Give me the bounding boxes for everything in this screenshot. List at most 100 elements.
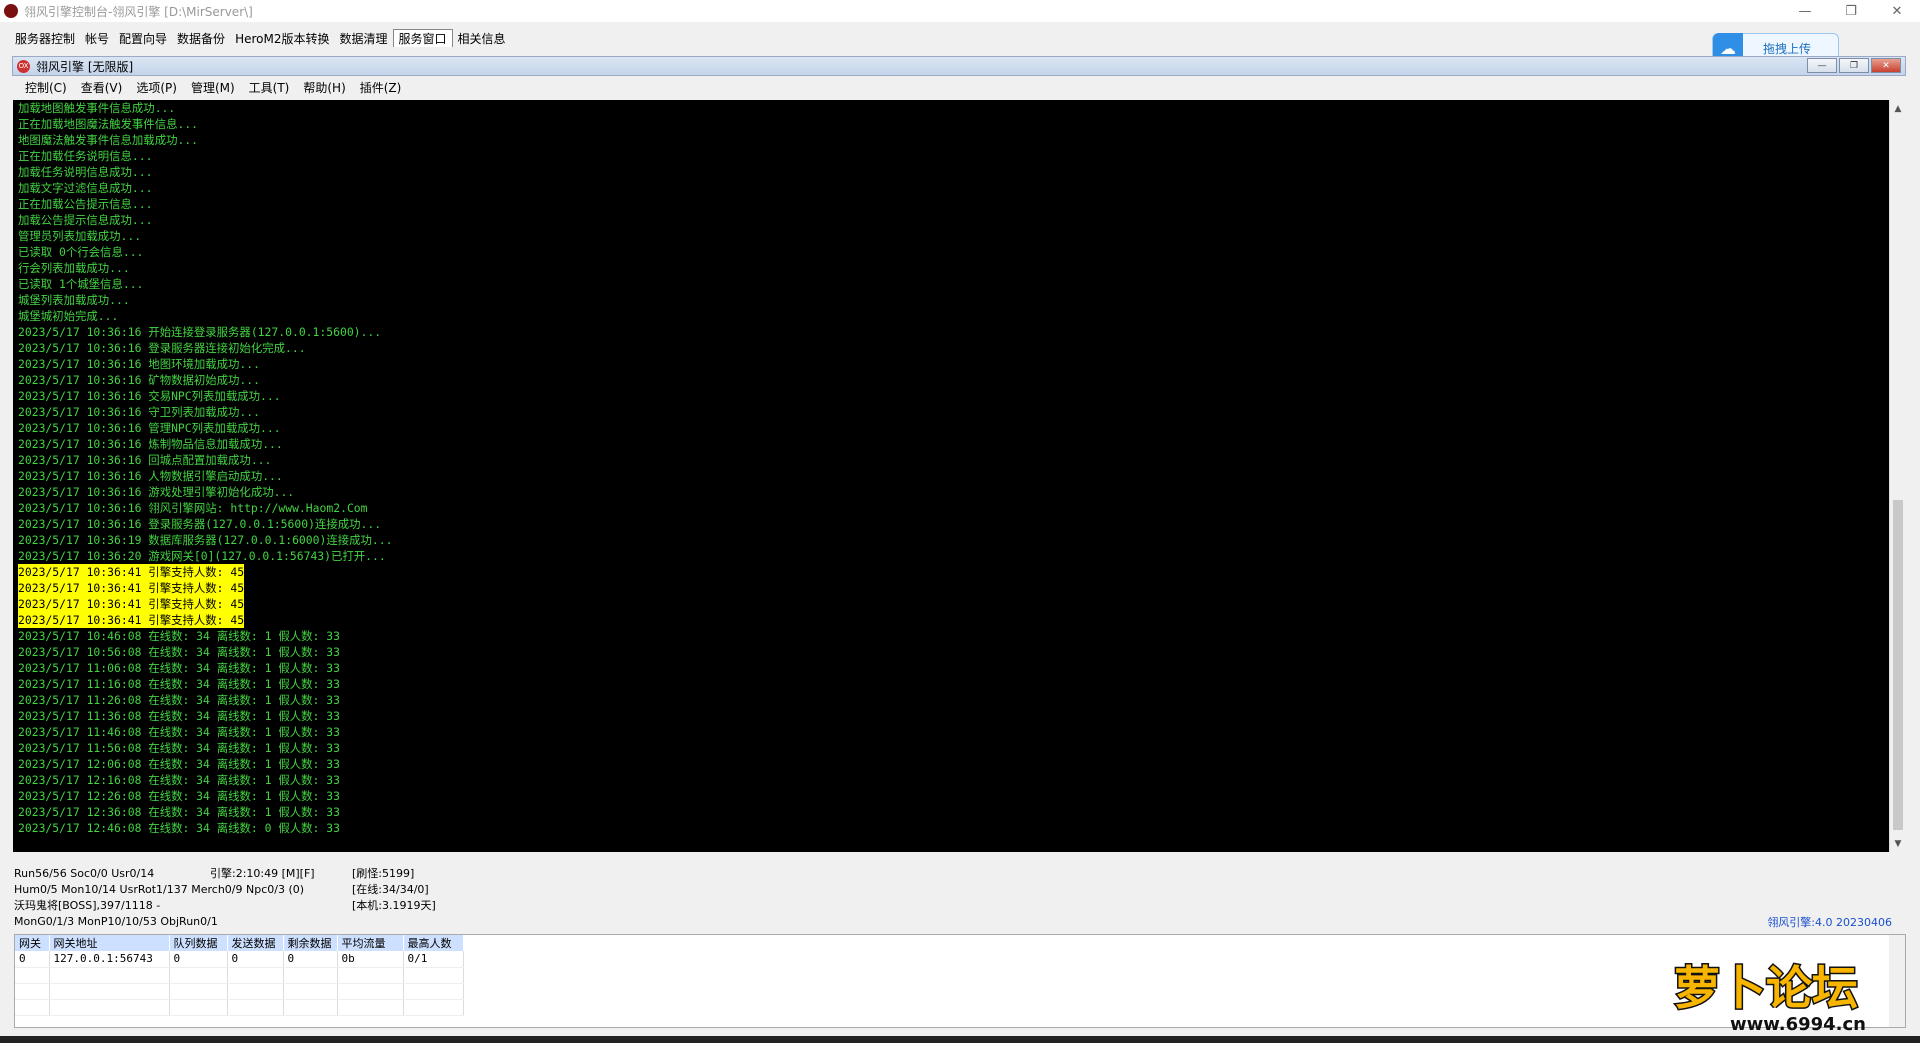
log-line: 2023/5/17 12:16:08 在线数: 34 离线数: 1 假人数: 3… bbox=[18, 773, 340, 787]
upload-label: 拖拽上传 bbox=[1763, 41, 1812, 56]
col-send-data[interactable]: 发送数据 bbox=[227, 935, 284, 951]
col-gateway-address[interactable]: 网关地址 bbox=[49, 935, 170, 951]
tab-account[interactable]: 帐号 bbox=[80, 30, 114, 47]
console-scrollbar[interactable]: ▲ ▼ bbox=[1889, 100, 1906, 852]
log-line: 2023/5/17 11:26:08 在线数: 34 离线数: 1 假人数: 3… bbox=[18, 693, 340, 707]
log-line: 2023/5/17 10:36:20 游戏网关[0](127.0.0.1:567… bbox=[18, 549, 386, 563]
log-line: 2023/5/17 12:26:08 在线数: 34 离线数: 1 假人数: 3… bbox=[18, 789, 340, 803]
cell-send: 0 bbox=[227, 951, 284, 968]
cell-gateway: 0 bbox=[15, 951, 50, 968]
log-line: 2023/5/17 10:56:08 在线数: 34 离线数: 1 假人数: 3… bbox=[18, 645, 340, 659]
log-line: 2023/5/17 10:36:16 游戏处理引擎初始化成功... bbox=[18, 485, 295, 499]
log-line: 2023/5/17 10:36:16 管理NPC列表加载成功... bbox=[18, 421, 281, 435]
log-line: 正在加载地图魔法触发事件信息... bbox=[18, 117, 199, 131]
inner-close-button[interactable]: ✕ bbox=[1871, 58, 1901, 73]
inner-window-title: 翎风引擎 [无限版] bbox=[36, 59, 134, 74]
taskbar-strip bbox=[0, 1036, 1920, 1043]
log-line: 2023/5/17 12:46:08 在线数: 34 离线数: 0 假人数: 3… bbox=[18, 821, 340, 835]
log-line: 2023/5/17 11:16:08 在线数: 34 离线数: 1 假人数: 3… bbox=[18, 677, 340, 691]
log-line: 2023/5/17 12:36:08 在线数: 34 离线数: 1 假人数: 3… bbox=[18, 805, 340, 819]
status-mong: MonG0/1/3 MonP10/10/53 ObjRun0/1 bbox=[14, 915, 218, 928]
tab-herom2-convert[interactable]: HeroM2版本转换 bbox=[230, 30, 334, 47]
log-line: 2023/5/17 10:36:16 矿物数据初始成功... bbox=[18, 373, 260, 387]
status-monster-refresh: [刷怪:5199] bbox=[352, 867, 415, 880]
col-max-users[interactable]: 最高人数 bbox=[403, 935, 464, 951]
engine-icon: OX bbox=[17, 59, 30, 73]
log-line: 2023/5/17 11:06:08 在线数: 34 离线数: 1 假人数: 3… bbox=[18, 661, 340, 675]
log-line: 2023/5/17 10:36:16 地图环境加载成功... bbox=[18, 357, 260, 371]
log-line: 2023/5/17 10:36:16 人物数据引擎启动成功... bbox=[18, 469, 283, 483]
log-line: 2023/5/17 12:06:08 在线数: 34 离线数: 1 假人数: 3… bbox=[18, 757, 340, 771]
table-row bbox=[15, 983, 464, 1000]
log-line: 2023/5/17 11:56:08 在线数: 34 离线数: 1 假人数: 3… bbox=[18, 741, 340, 755]
col-avg-traffic[interactable]: 平均流量 bbox=[337, 935, 404, 951]
log-console[interactable]: 加载地图触发事件信息成功... 正在加载地图魔法触发事件信息... 地图魔法触发事件… bbox=[13, 100, 1889, 852]
status-boss: 沃玛鬼将[BOSS],397/1118 - bbox=[14, 899, 161, 912]
cell-queue: 0 bbox=[169, 951, 228, 968]
log-line: 正在加载任务说明信息... bbox=[18, 149, 153, 163]
scroll-thumb[interactable] bbox=[1893, 500, 1903, 830]
log-line: 2023/5/17 10:36:41 引擎支持人数: 45 bbox=[18, 580, 245, 596]
scroll-up-icon[interactable]: ▲ bbox=[1890, 100, 1906, 117]
engine-version: 翎风引擎:4.0 20230406 bbox=[1767, 916, 1892, 929]
tab-related-info[interactable]: 相关信息 bbox=[453, 30, 511, 47]
tab-data-cleanup[interactable]: 数据清理 bbox=[334, 30, 392, 47]
tab-service-window[interactable]: 服务窗口 bbox=[392, 29, 453, 47]
tab-config-wizard[interactable]: 配置向导 bbox=[114, 30, 172, 47]
cell-max: 0/1 bbox=[403, 951, 464, 968]
cell-avg: 0b bbox=[337, 951, 404, 968]
app-title-bar: 翎风引擎控制台-翎风引擎 [D:\MirServer\] — ❐ ✕ bbox=[0, 0, 1920, 22]
log-line: 2023/5/17 10:36:16 登录服务器连接初始化完成... bbox=[18, 341, 306, 355]
table-row[interactable]: 0 127.0.0.1:56743 0 0 0 0b 0/1 bbox=[15, 951, 464, 968]
app-title: 翎风引擎控制台-翎风引擎 [D:\MirServer\] bbox=[24, 4, 253, 19]
minimize-button[interactable]: — bbox=[1782, 0, 1828, 22]
tab-data-backup[interactable]: 数据备份 bbox=[172, 30, 230, 47]
log-line: 加载任务说明信息成功... bbox=[18, 165, 153, 179]
log-line: 2023/5/17 10:36:19 数据库服务器(127.0.0.1:6000… bbox=[18, 533, 393, 547]
scroll-down-icon[interactable]: ▼ bbox=[1890, 835, 1906, 852]
log-line: 行会列表加载成功... bbox=[18, 261, 130, 275]
menu-options[interactable]: 选项(P) bbox=[129, 79, 184, 96]
log-line: 地图魔法触发事件信息加载成功... bbox=[18, 133, 199, 147]
log-line: 加载地图触发事件信息成功... bbox=[18, 101, 176, 115]
log-line: 2023/5/17 10:36:16 交易NPC列表加载成功... bbox=[18, 389, 281, 403]
menu-control[interactable]: 控制(C) bbox=[18, 79, 74, 96]
inner-minimize-button[interactable]: — bbox=[1807, 58, 1837, 73]
inner-restore-button[interactable]: ❐ bbox=[1839, 58, 1869, 73]
status-uptime: [本机:3.1919天] bbox=[352, 899, 436, 912]
log-line: 城堡列表加载成功... bbox=[18, 293, 130, 307]
log-line: 2023/5/17 10:46:08 在线数: 34 离线数: 1 假人数: 3… bbox=[18, 629, 340, 643]
close-button[interactable]: ✕ bbox=[1874, 0, 1920, 22]
col-remain-data[interactable]: 剩余数据 bbox=[283, 935, 338, 951]
cell-address: 127.0.0.1:56743 bbox=[49, 951, 170, 968]
status-panel: Run56/56 Soc0/0 Usr0/14 引擎:2:10:49 [M][F… bbox=[14, 866, 1906, 930]
log-line: 2023/5/17 10:36:16 回城点配置加载成功... bbox=[18, 453, 272, 467]
menu-plugins[interactable]: 插件(Z) bbox=[353, 79, 409, 96]
restore-button[interactable]: ❐ bbox=[1828, 0, 1874, 22]
log-line: 2023/5/17 10:36:16 开始连接登录服务器(127.0.0.1:5… bbox=[18, 325, 382, 339]
status-run: Run56/56 Soc0/0 Usr0/14 bbox=[14, 867, 155, 880]
status-engine-time: 引擎:2:10:49 [M][F] bbox=[210, 867, 315, 880]
col-queue-data[interactable]: 队列数据 bbox=[169, 935, 228, 951]
gateway-table-panel: 网关 网关地址 队列数据 发送数据 剩余数据 平均流量 最高人数 0 127.0… bbox=[14, 934, 1906, 1028]
tab-server-control[interactable]: 服务器控制 bbox=[10, 30, 80, 47]
log-line: 正在加载公告提示信息... bbox=[18, 197, 153, 211]
log-line: 2023/5/17 10:36:16 登录服务器(127.0.0.1:5600)… bbox=[18, 517, 382, 531]
col-gateway[interactable]: 网关 bbox=[15, 935, 50, 951]
table-row bbox=[15, 967, 464, 984]
menu-tools[interactable]: 工具(T) bbox=[242, 79, 297, 96]
menu-manage[interactable]: 管理(M) bbox=[184, 79, 242, 96]
gateway-table: 网关 网关地址 队列数据 发送数据 剩余数据 平均流量 最高人数 0 127.0… bbox=[15, 935, 464, 1016]
log-line: 2023/5/17 10:36:41 引擎支持人数: 45 bbox=[18, 612, 245, 628]
log-line: 已读取 1个城堡信息... bbox=[18, 277, 144, 291]
menu-help[interactable]: 帮助(H) bbox=[296, 79, 352, 96]
svg-text:萝卜论坛: 萝卜论坛 bbox=[1674, 961, 1858, 1015]
status-online: [在线:34/34/0] bbox=[352, 883, 429, 896]
menu-view[interactable]: 查看(V) bbox=[74, 79, 130, 96]
log-line: 2023/5/17 10:36:41 引擎支持人数: 45 bbox=[18, 596, 245, 612]
log-line: 2023/5/17 10:36:41 引擎支持人数: 45 bbox=[18, 564, 245, 580]
log-line: 2023/5/17 10:36:16 守卫列表加载成功... bbox=[18, 405, 260, 419]
log-line: 2023/5/17 11:36:08 在线数: 34 离线数: 1 假人数: 3… bbox=[18, 709, 340, 723]
main-tab-bar: 服务器控制 帐号 配置向导 数据备份 HeroM2版本转换 数据清理 服务窗口 … bbox=[0, 28, 511, 48]
svg-text:www.6994.cn: www.6994.cn bbox=[1730, 1014, 1866, 1034]
